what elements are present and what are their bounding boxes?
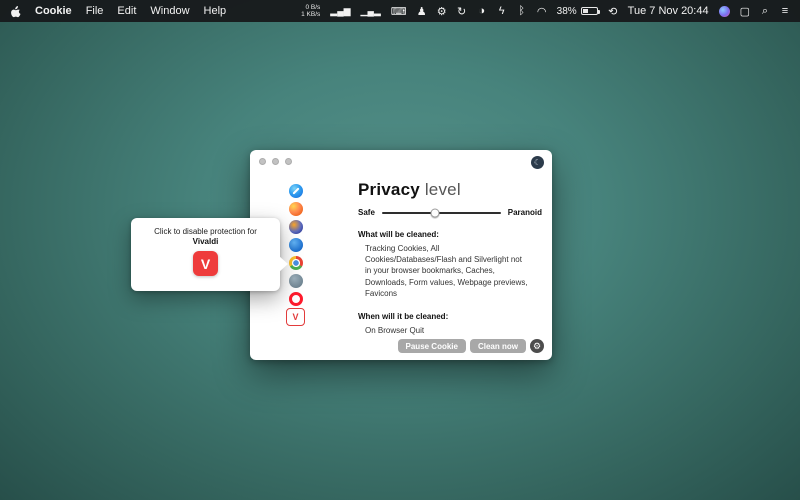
tooltip-arrow [279,256,288,272]
sync-icon[interactable]: ↻ [457,5,467,18]
menu-edit[interactable]: Edit [117,5,136,17]
battery-icon [581,7,598,15]
network-down-label: 1 KB/s [301,11,320,18]
privacy-slider-handle[interactable] [431,208,440,217]
dial-icon[interactable]: ◑ [477,5,487,17]
window-footer: Pause Cookie Clean now ⚙ [398,339,544,353]
activity-bars-icon[interactable]: ▂▄▆ [330,6,350,17]
spotlight-search-icon[interactable]: ⌕ [760,5,770,18]
sidebar-item-blue-browser[interactable] [286,236,305,254]
opera-icon [289,292,303,306]
cleaned-heading: What will be cleaned: [358,230,542,239]
desktop: Cookie File Edit Window Help 0 B/s 1 KB/… [0,0,800,500]
battery-indicator[interactable]: 38% [557,6,598,17]
titlebar-status-icon[interactable]: ☾ [531,156,544,169]
privacy-slider[interactable] [382,212,501,214]
privacy-slider-row: Safe Paranoid [358,208,542,217]
user-icon[interactable]: ♟ [417,5,427,18]
browser-list: V [286,182,305,326]
sidebar-item-vivaldi[interactable]: V [286,308,305,326]
minimize-button[interactable] [272,158,279,165]
display-icon[interactable]: ▢ [740,5,750,18]
zoom-button[interactable] [285,158,292,165]
when-heading: When will it be cleaned: [358,312,542,321]
vivaldi-icon: V [289,311,302,324]
notification-center-icon[interactable]: ≡ [780,5,790,17]
page-title-bold: Privacy [358,180,420,199]
cookie-window: ☾ V Privacy level Safe Paranoid [250,150,552,360]
tooltip-text: Click to disable protection for [131,227,280,236]
sidebar-item-chrome[interactable] [286,254,305,272]
safari-icon [289,184,303,198]
sidebar-item-firefox-dark[interactable] [286,218,305,236]
vivaldi-tooltip: Click to disable protection for Vivaldi … [131,218,280,291]
network-speed-indicator[interactable]: 0 B/s 1 KB/s [301,4,320,19]
window-controls [259,158,292,165]
page-title: Privacy level [358,180,542,200]
settings-gear-button[interactable]: ⚙ [530,339,544,353]
sidebar-item-firefox[interactable] [286,200,305,218]
chrome-icon [289,256,303,270]
network-up-label: 0 B/s [305,4,320,11]
sidebar-item-gray-browser[interactable] [286,272,305,290]
menu-bar-clock[interactable]: Tue 7 Nov 20:44 [628,5,709,17]
bluetooth-icon[interactable]: ᛒ [517,5,527,17]
menu-help[interactable]: Help [204,5,227,17]
keyboard-icon[interactable]: ⌨ [391,5,407,18]
tooltip-vivaldi-icon: V [193,251,218,276]
sidebar-item-safari[interactable] [286,182,305,200]
slider-label-safe: Safe [358,208,375,217]
page-title-light: level [420,180,461,199]
firefox-dark-icon [289,220,303,234]
siri-icon[interactable] [719,6,730,17]
blue-browser-icon [289,238,303,252]
clean-now-button[interactable]: Clean now [470,339,526,353]
gray-browser-icon [289,274,303,288]
menu-bar: Cookie File Edit Window Help 0 B/s 1 KB/… [0,0,800,22]
time-machine-icon[interactable]: ⟲ [608,5,618,18]
wifi-icon[interactable]: ◠ [537,5,547,18]
active-app-menu[interactable]: Cookie [35,5,72,17]
privacy-panel: Privacy level Safe Paranoid What will be… [358,180,542,336]
cleaned-text: Tracking Cookies, All Cookies/Databases/… [358,243,528,299]
slider-label-paranoid: Paranoid [508,208,542,217]
cpu-bars-icon[interactable]: ▁▄▂ [361,6,381,17]
when-text: On Browser Quit [358,325,528,336]
firefox-icon [289,202,303,216]
tooltip-browser-name: Vivaldi [131,237,280,246]
battery-percent-label: 38% [557,6,577,17]
apple-menu-icon[interactable] [10,5,21,18]
menu-file[interactable]: File [86,5,104,17]
close-button[interactable] [259,158,266,165]
pause-cookie-button[interactable]: Pause Cookie [398,339,466,353]
bolt-icon[interactable]: ϟ [497,5,507,17]
gear-icon[interactable]: ⚙ [437,5,447,18]
menu-window[interactable]: Window [150,5,189,17]
sidebar-item-opera[interactable] [286,290,305,308]
